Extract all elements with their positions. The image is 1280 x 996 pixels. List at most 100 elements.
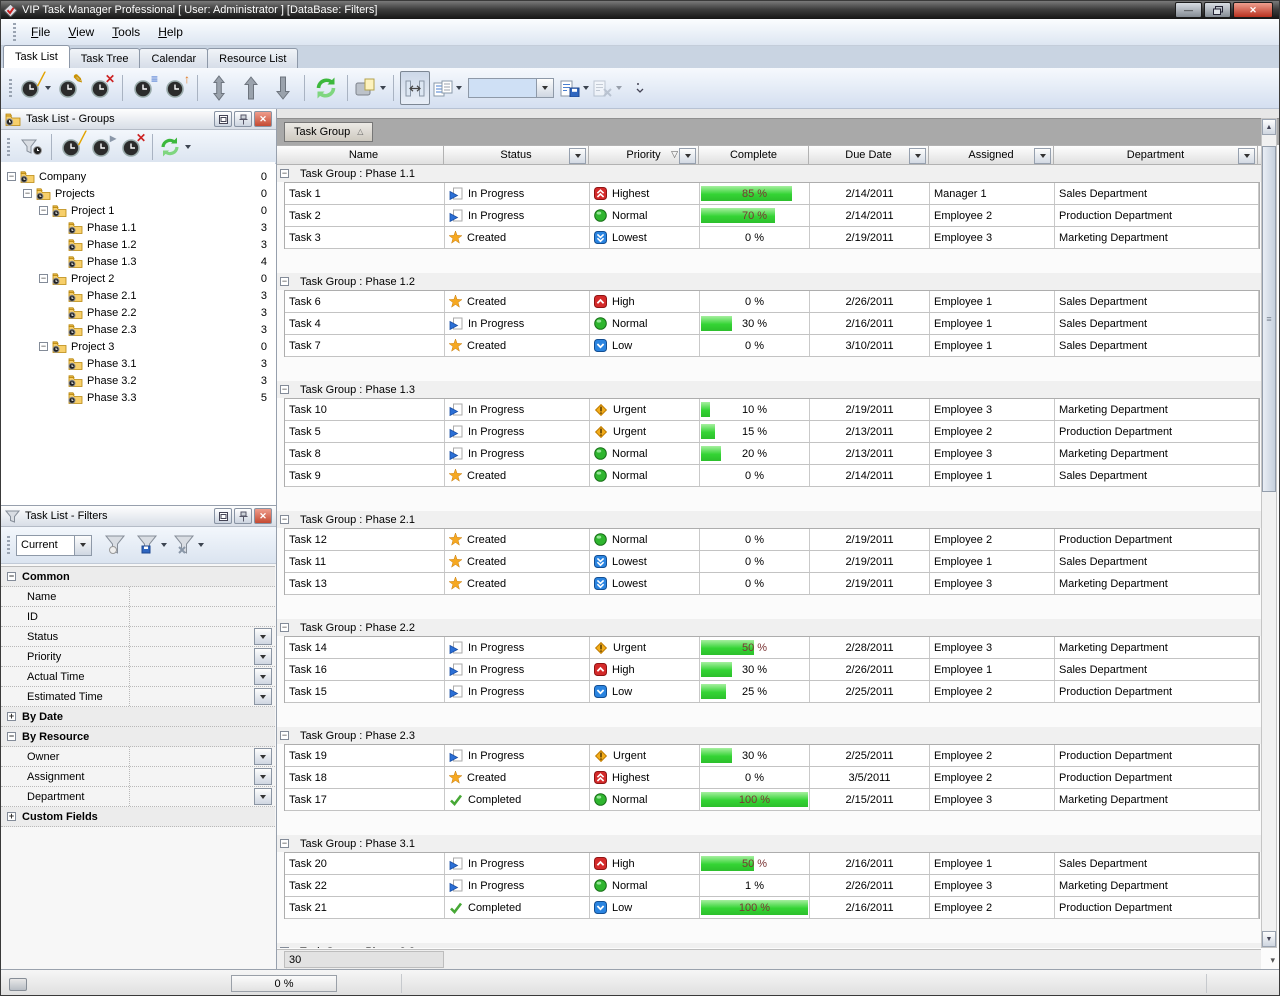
filter-field-value[interactable] xyxy=(129,587,275,606)
column-header-assigned[interactable]: Assigned xyxy=(929,146,1054,164)
table-row[interactable]: Task 9CreatedNormal0 %2/14/2011Employee … xyxy=(285,465,1259,487)
table-row[interactable]: Task 14In ProgressUrgent50 %2/28/2011Emp… xyxy=(285,637,1259,659)
collapse-toggle-icon[interactable]: − xyxy=(39,206,48,215)
column-header-complete[interactable]: Complete xyxy=(699,146,809,164)
group-header[interactable]: −Task Group : Phase 1.2 xyxy=(277,273,1261,290)
table-row[interactable]: Task 3CreatedLowest0 %2/19/2011Employee … xyxy=(285,227,1259,249)
add-group-button[interactable]: ╱ xyxy=(57,133,87,161)
group-by-chip[interactable]: Task Group △ xyxy=(284,122,373,142)
filter-field-value[interactable] xyxy=(129,687,254,706)
filter-field-value[interactable] xyxy=(129,607,275,626)
table-row[interactable]: Task 11CreatedLowest0 %2/19/2011Employee… xyxy=(285,551,1259,573)
group-header[interactable]: −Task Group : Phase 1.3 xyxy=(277,381,1261,398)
collapse-toggle-icon[interactable]: − xyxy=(7,172,16,181)
filter-section-by-resource[interactable]: −By Resource xyxy=(1,727,275,747)
groups-close-button[interactable]: ✕ xyxy=(254,111,272,127)
table-row[interactable]: Task 6CreatedHigh0 %2/26/2011Employee 1S… xyxy=(285,291,1259,313)
tree-node-project-2[interactable]: −Project 20 xyxy=(1,270,275,287)
table-row[interactable]: Task 5In ProgressUrgent15 %2/13/2011Empl… xyxy=(285,421,1259,443)
column-filter-dropdown[interactable] xyxy=(569,148,586,164)
tab-calendar[interactable]: Calendar xyxy=(139,48,208,68)
tree-node-phase-1-1[interactable]: Phase 1.13 xyxy=(1,219,275,236)
fit-columns-toggle[interactable] xyxy=(400,71,430,105)
filter-field-dropdown[interactable] xyxy=(254,748,272,765)
table-row[interactable]: Task 2In ProgressNormal70 %2/14/2011Empl… xyxy=(285,205,1259,227)
export-button[interactable] xyxy=(354,71,387,105)
tree-node-phase-3-1[interactable]: Phase 3.13 xyxy=(1,355,275,372)
clear-filter-dropdown[interactable] xyxy=(198,543,204,547)
restore-button[interactable] xyxy=(1204,2,1231,18)
collapse-toggle-icon[interactable]: − xyxy=(280,623,289,632)
filter-field-value[interactable] xyxy=(129,647,254,666)
save-filter-button[interactable] xyxy=(136,531,167,559)
tab-resource-list[interactable]: Resource List xyxy=(207,48,298,68)
column-filter-dropdown[interactable] xyxy=(679,148,696,164)
scroll-up-button[interactable]: ▲ xyxy=(1262,119,1276,135)
column-filter-dropdown[interactable] xyxy=(1034,148,1051,164)
save-view-button-dropdown[interactable] xyxy=(583,86,589,90)
groups-restore-button[interactable] xyxy=(214,111,232,127)
move-up-button[interactable] xyxy=(236,71,266,105)
group-header[interactable]: −Task Group : Phase 2.1 xyxy=(277,511,1261,528)
columns-button-dropdown[interactable] xyxy=(456,86,462,90)
collapse-toggle-icon[interactable]: − xyxy=(39,274,48,283)
tree-node-company[interactable]: −Company0 xyxy=(1,168,275,185)
move-down-button[interactable] xyxy=(268,71,298,105)
refresh-groups-dropdown[interactable] xyxy=(185,145,191,149)
table-row[interactable]: Task 16In ProgressHigh30 %2/26/2011Emplo… xyxy=(285,659,1259,681)
filters-restore-button[interactable] xyxy=(214,508,232,524)
scroll-down-button[interactable]: ▼ xyxy=(1262,931,1276,947)
collapse-toggle-icon[interactable]: − xyxy=(7,732,16,741)
tab-task-list[interactable]: Task List xyxy=(3,45,70,68)
delete-task-button[interactable]: ✕ xyxy=(86,71,116,105)
collapse-toggle-icon[interactable]: − xyxy=(23,189,32,198)
collapse-toggle-icon[interactable]: − xyxy=(7,572,16,581)
table-row[interactable]: Task 15In ProgressLow25 %2/25/2011Employ… xyxy=(285,681,1259,703)
filter-field-dropdown[interactable] xyxy=(254,688,272,705)
filter-preset-dropdown[interactable] xyxy=(74,536,91,555)
table-row[interactable]: Task 19In ProgressUrgent30 %2/25/2011Emp… xyxy=(285,745,1259,767)
filter-preset-combobox[interactable]: Current xyxy=(16,535,92,556)
clear-view-button-dropdown[interactable] xyxy=(616,86,622,90)
collapse-toggle-icon[interactable]: − xyxy=(39,342,48,351)
footer-dropdown-icon[interactable]: ▾ xyxy=(1270,955,1275,966)
vertical-scrollbar[interactable]: ▲ ≡ ▼ xyxy=(1261,118,1277,948)
task-details-button[interactable]: ≡ xyxy=(129,71,159,105)
group-header[interactable]: −Task Group : Phase 2.3 xyxy=(277,727,1261,744)
group-header[interactable]: −Task Group : Phase 2.2 xyxy=(277,619,1261,636)
tree-node-phase-3-3[interactable]: Phase 3.35 xyxy=(1,389,275,406)
toolbar-overflow-button[interactable] xyxy=(625,71,655,105)
table-row[interactable]: Task 12CreatedNormal0 %2/19/2011Employee… xyxy=(285,529,1259,551)
table-row[interactable]: Task 21CompletedLow100 %2/16/2011Employe… xyxy=(285,897,1259,919)
filter-section-custom-fields[interactable]: +Custom Fields xyxy=(1,807,275,827)
collapse-toggle-icon[interactable]: − xyxy=(280,515,289,524)
menu-file[interactable]: File xyxy=(22,21,59,43)
group-header[interactable]: −Task Group : Phase 3.1 xyxy=(277,835,1261,852)
apply-filter-button[interactable] xyxy=(100,531,130,559)
tab-task-tree[interactable]: Task Tree xyxy=(69,48,141,68)
group-header[interactable]: −Task Group : Phase 3.2 xyxy=(277,943,1261,948)
save-view-button[interactable] xyxy=(559,71,590,105)
table-row[interactable]: Task 17CompletedNormal100 %2/15/2011Empl… xyxy=(285,789,1259,811)
collapse-toggle-icon[interactable]: − xyxy=(280,169,289,178)
column-header-status[interactable]: Status xyxy=(444,146,589,164)
expand-collapse-button[interactable] xyxy=(204,71,234,105)
minimize-button[interactable]: — xyxy=(1175,2,1202,18)
filter-field-dropdown[interactable] xyxy=(254,628,272,645)
filter-field-dropdown[interactable] xyxy=(254,668,272,685)
table-row[interactable]: Task 8In ProgressNormal20 %2/13/2011Empl… xyxy=(285,443,1259,465)
table-row[interactable]: Task 13CreatedLowest0 %2/19/2011Employee… xyxy=(285,573,1259,595)
menu-view[interactable]: View xyxy=(59,21,103,43)
table-row[interactable]: Task 18CreatedHighest0 %3/5/2011Employee… xyxy=(285,767,1259,789)
column-header-priority[interactable]: Priority▽ xyxy=(589,146,699,164)
table-row[interactable]: Task 4In ProgressNormal30 %2/16/2011Empl… xyxy=(285,313,1259,335)
expand-toggle-icon[interactable]: + xyxy=(7,712,16,721)
view-combobox[interactable] xyxy=(468,78,554,98)
new-task-button[interactable]: ╱ xyxy=(19,71,52,105)
filters-close-button[interactable]: ✕ xyxy=(254,508,272,524)
filter-field-value[interactable] xyxy=(129,767,254,786)
filter-field-dropdown[interactable] xyxy=(254,788,272,805)
column-header-due-date[interactable]: Due Date xyxy=(809,146,929,164)
edit-group-button[interactable]: ▸ xyxy=(87,133,117,161)
tree-node-phase-1-2[interactable]: Phase 1.23 xyxy=(1,236,275,253)
